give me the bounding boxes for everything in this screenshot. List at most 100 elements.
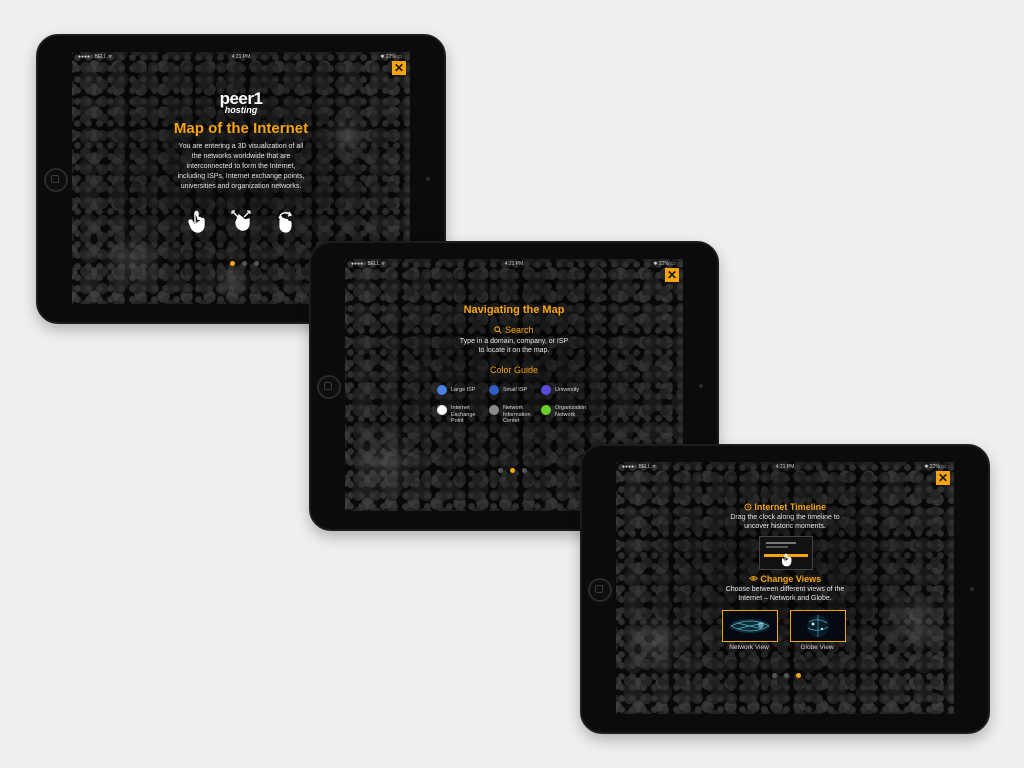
description-line: uncover historic moments. [744,523,826,530]
navigation-content: Navigating the Map Search Type in a doma… [345,304,683,375]
network-view-thumbnail[interactable] [722,610,778,642]
search-description: Type in a domain, company, or ISP to loc… [345,337,683,355]
network-view-label[interactable]: Network View [716,644,782,651]
legend-item-large-isp: Large ISP [437,385,475,395]
legend-label: Organization Network [555,405,586,418]
peer1-logo: peer1 [219,89,263,108]
map-cluster [102,232,162,292]
home-button[interactable] [44,168,68,192]
page-title: Map of the Internet [173,120,309,137]
timeline-description: Drag the clock along the timeline to unc… [616,513,954,531]
timeline-content: Internet Timeline Drag the clock along t… [616,502,954,531]
status-time: 4:21 PM [504,261,524,267]
description-line: Internet – Network and Globe. [738,595,832,602]
views-description: Choose between different views of the In… [616,585,954,603]
color-guide-heading: Color Guide [489,365,539,375]
legend-label: Internet Exchange Point [451,405,475,425]
battery-status: ✱ 22% ▭ [653,261,675,267]
page-dot-2[interactable] [242,261,247,266]
globe-view-image [807,615,829,637]
legend-label: Large ISP [451,385,475,394]
legend-swatch [437,385,447,395]
search-heading-label: Search [504,325,534,335]
legend-label: Network Information Center [503,405,531,425]
timeline-heading: Internet Timeline [616,502,954,512]
description-line: Type in a domain, company, or ISP [459,338,569,345]
legend-label: Small ISP [503,385,527,394]
legend-item-network-information-center: Network Information Center [489,405,531,425]
status-time: 4:21 PM [775,464,795,470]
page-dot-1[interactable] [772,673,777,678]
page-dot-2[interactable] [510,468,515,473]
close-button[interactable]: ✕ [392,61,406,75]
tap-gesture-icon [188,210,205,233]
timeline-preview-text [766,546,788,548]
close-button[interactable]: ✕ [665,268,679,282]
home-button[interactable] [588,578,612,602]
legend-item-organization-network: Organization Network [541,405,586,418]
description-line: Drag the clock along the timeline to [730,514,840,521]
legend-label-line: Network [503,405,524,411]
status-bar: ●●●●○ BELL ᯤ 4:21 PM ✱ 22% ▭ [72,52,410,62]
legend-item-small-isp: Small ISP [489,385,527,395]
page-dot-3[interactable] [254,261,259,266]
legend-label: University [555,385,579,394]
front-camera [426,177,430,181]
page-dot-3[interactable] [796,673,801,678]
intro-content: peer1 hosting Map of the Internet You ar… [72,89,410,192]
intro-description: You are entering a 3D visualization of a… [72,142,410,192]
timeline-preview[interactable] [759,536,813,570]
legend-label-line: Internet [451,405,470,411]
page-dot-1[interactable] [230,261,235,266]
page-indicator [230,261,259,266]
timeline-heading-label: Internet Timeline [754,502,827,512]
page-dot-2[interactable] [784,673,789,678]
legend-swatch [489,405,499,415]
search-icon [494,326,503,334]
screen-timeline-views: ●●●●○ BELL ᯤ 4:21 PM ✱ 22% ▭ ✕ Internet … [616,462,954,714]
legend-label-line: University [555,387,580,393]
views-content: Change Views Choose between different vi… [616,574,954,603]
description-line: You are entering a 3D visualization of a… [178,143,304,150]
views-heading-label: Change Views [760,574,822,584]
page-indicator [498,468,527,473]
search-heading: Search [345,325,683,335]
timeline-preview-text [766,542,796,544]
description-line: to locate it on the map. [478,347,550,354]
legend-swatch [437,405,447,415]
front-camera [970,587,974,591]
legend-swatch [541,405,551,415]
close-button[interactable]: ✕ [936,471,950,485]
page-dot-3[interactable] [522,468,527,473]
legend-swatch [489,385,499,395]
map-cluster [212,262,252,302]
page-indicator [772,673,801,678]
status-bar: ●●●●○ BELL ᯤ 4:21 PM ✱ 22% ▭ [345,259,683,269]
legend-label-line: Point [451,418,464,425]
legend-label-line: Exchange [451,411,476,418]
status-time: 4:21 PM [231,54,251,60]
page-dot-1[interactable] [498,468,503,473]
logo-subtext: hosting [224,105,258,115]
legend-label-line: Small ISP [503,387,528,393]
rotate-gesture-icon [278,211,293,233]
description-line: interconnected to form the Internet, [186,163,296,170]
clock-icon [744,503,752,511]
map-cluster [624,612,684,672]
globe-view-thumbnail[interactable] [790,610,846,642]
status-bar: ●●●●○ BELL ᯤ 4:21 PM ✱ 22% ▭ [616,462,954,472]
description-line: Choose between different views of the [725,586,845,593]
legend-item-internet-exchange-point: Internet Exchange Point [437,405,475,425]
description-line: including ISPs, Internet exchange points… [177,173,305,180]
legend-label-line: Organization [555,405,587,411]
drag-hand-icon [782,553,792,567]
globe-view-label[interactable]: Globe View [784,644,850,651]
map-cluster [351,429,421,499]
home-button[interactable] [317,375,341,399]
description-line: universities and organization networks. [180,183,302,190]
legend-label-line: Center [503,418,520,425]
views-heading: Change Views [616,574,954,584]
page-title: Navigating the Map [463,304,565,316]
legend-item-university: University [541,385,579,395]
network-view-image [730,619,770,633]
